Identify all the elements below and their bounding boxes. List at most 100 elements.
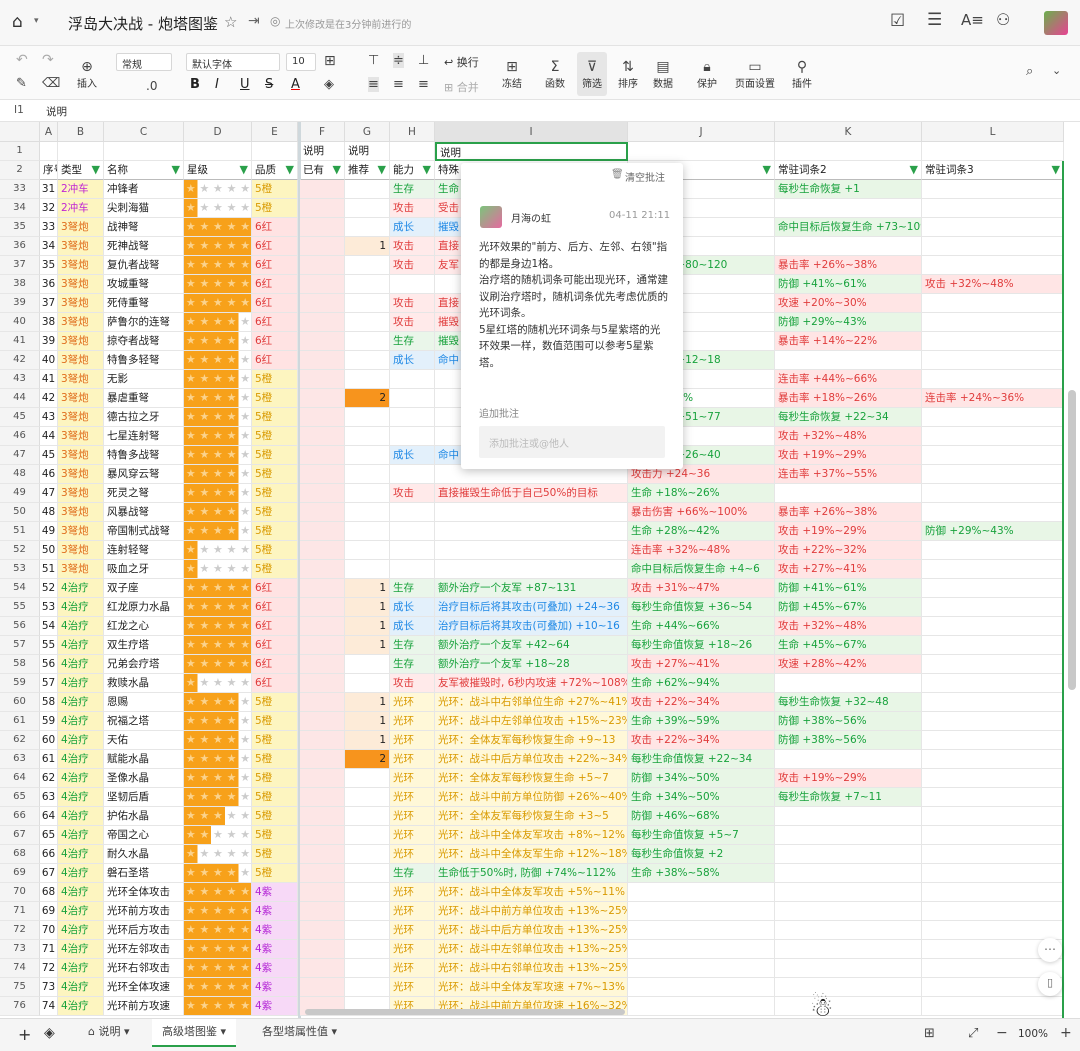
quality-cell[interactable]: 5橙 — [252, 503, 298, 522]
table-cell[interactable] — [252, 142, 298, 161]
cell-ref[interactable]: I1 — [14, 104, 24, 116]
owned-cell[interactable] — [300, 560, 345, 579]
special-cell[interactable]: 光环：战斗中全体友军攻击 +8%~12% — [435, 826, 628, 845]
eraser-icon[interactable]: ⌫ — [42, 76, 60, 91]
ability-cell[interactable]: 光环 — [390, 940, 435, 959]
table-cell[interactable] — [184, 142, 252, 161]
quality-cell[interactable]: 6红 — [252, 617, 298, 636]
quality-cell[interactable]: 5橙 — [252, 750, 298, 769]
owned-cell[interactable] — [300, 484, 345, 503]
type-cell[interactable]: 4治疗 — [58, 674, 104, 693]
special-cell[interactable]: 生命低于50%时, 防御 +74%~112% — [435, 864, 628, 883]
star-rating[interactable]: ★ ★ ★ ★ ★ — [184, 408, 252, 427]
row-number[interactable]: 42 — [0, 351, 40, 370]
row-number[interactable]: 65 — [0, 788, 40, 807]
name-cell[interactable]: 光环右邻攻击 — [104, 959, 184, 978]
row-number[interactable]: 50 — [0, 503, 40, 522]
type-cell[interactable]: 4治疗 — [58, 959, 104, 978]
row-number[interactable]: 53 — [0, 560, 40, 579]
recommend-cell[interactable] — [345, 408, 390, 427]
table-cell[interactable]: 58 — [40, 693, 58, 712]
owned-cell[interactable] — [300, 655, 345, 674]
ability-cell[interactable]: 光环 — [390, 978, 435, 997]
special-cell[interactable]: 友军被摧毁时, 6秒内攻速 +72%~108% — [435, 674, 628, 693]
type-cell[interactable]: 4治疗 — [58, 902, 104, 921]
owned-cell[interactable] — [300, 332, 345, 351]
row-number[interactable]: 1 — [0, 142, 40, 161]
more-options-icon[interactable]: ⋯ — [1038, 938, 1062, 962]
stat-cell[interactable]: 攻击 +32%~48% — [775, 427, 922, 446]
special-cell[interactable]: 额外治疗一个友军 +87~131 — [435, 579, 628, 598]
recommend-cell[interactable] — [345, 370, 390, 389]
type-cell[interactable]: 4治疗 — [58, 712, 104, 731]
stat-cell[interactable] — [922, 484, 1064, 503]
data-button[interactable]: ▤ 数据 — [648, 52, 678, 96]
quality-cell[interactable]: 5橙 — [252, 560, 298, 579]
name-cell[interactable]: 光环前方攻速 — [104, 997, 184, 1016]
quality-cell[interactable]: 4紫 — [252, 959, 298, 978]
special-cell[interactable]: 光环：战斗中左邻单位攻击 +13%~25% — [435, 940, 628, 959]
recommend-cell[interactable]: 1 — [345, 237, 390, 256]
quality-cell[interactable]: 4紫 — [252, 978, 298, 997]
type-cell[interactable]: 3弩炮 — [58, 389, 104, 408]
owned-cell[interactable] — [300, 617, 345, 636]
stat-cell[interactable]: 命中目标后恢复生命 +73~109 — [775, 218, 922, 237]
star-rating[interactable]: ★ ★ ★ ★ ★ — [184, 902, 252, 921]
star-rating[interactable]: ★ ★ ★ ★ ★ — [184, 294, 252, 313]
stat-cell[interactable]: 攻击 +32%~48% — [922, 275, 1064, 294]
fill-color-icon[interactable]: ◈ — [324, 77, 334, 92]
name-cell[interactable]: 德古拉之牙 — [104, 408, 184, 427]
star-rating[interactable]: ★ ★ ★ ★ ★ — [184, 503, 252, 522]
ability-cell[interactable]: 生存 — [390, 864, 435, 883]
table-cell[interactable]: 46 — [40, 465, 58, 484]
ability-cell[interactable]: 攻击 — [390, 674, 435, 693]
ability-cell[interactable]: 光环 — [390, 921, 435, 940]
stat-cell[interactable]: 暴击率 +14%~22% — [775, 332, 922, 351]
row-number[interactable]: 62 — [0, 731, 40, 750]
recommend-cell[interactable] — [345, 978, 390, 997]
star-rating[interactable]: ★ ★ ★ ★ ★ — [184, 636, 252, 655]
special-cell[interactable]: 光环：战斗中右邻单位生命 +27%~41% — [435, 693, 628, 712]
stat-cell[interactable] — [628, 978, 775, 997]
stat-cell[interactable] — [922, 351, 1064, 370]
ability-cell[interactable]: 攻击 — [390, 313, 435, 332]
stat-cell[interactable] — [922, 503, 1064, 522]
ability-cell[interactable]: 光环 — [390, 826, 435, 845]
recommend-cell[interactable] — [345, 959, 390, 978]
recommend-cell[interactable]: 1 — [345, 617, 390, 636]
recommend-cell[interactable] — [345, 427, 390, 446]
type-cell[interactable]: 3弩炮 — [58, 427, 104, 446]
type-cell[interactable]: 3弩炮 — [58, 522, 104, 541]
italic-button[interactable]: I — [215, 77, 219, 92]
add-sheet-icon[interactable]: + — [18, 1025, 31, 1044]
stat-cell[interactable]: 防御 +29%~43% — [775, 313, 922, 332]
type-cell[interactable]: 4治疗 — [58, 693, 104, 712]
star-rating[interactable]: ★ ★ ★ ★ ★ — [184, 199, 252, 218]
star-rating[interactable]: ★ ★ ★ ★ ★ — [184, 883, 252, 902]
filter-icon[interactable]: ▼ — [92, 161, 100, 179]
quality-cell[interactable]: 6红 — [252, 218, 298, 237]
row-number[interactable]: 41 — [0, 332, 40, 351]
recommend-cell[interactable] — [345, 351, 390, 370]
owned-cell[interactable] — [300, 446, 345, 465]
clear-comments-button[interactable]: 清空批注 — [625, 169, 665, 184]
row-number[interactable]: 48 — [0, 465, 40, 484]
name-cell[interactable]: 红龙原力水晶 — [104, 598, 184, 617]
table-cell[interactable]: 41 — [40, 370, 58, 389]
name-cell[interactable]: 尖刺海猫 — [104, 199, 184, 218]
owned-cell[interactable] — [300, 503, 345, 522]
name-cell[interactable]: 死侍重弩 — [104, 294, 184, 313]
column-header[interactable]: B — [58, 122, 104, 142]
recommend-cell[interactable]: 1 — [345, 731, 390, 750]
star-icon[interactable]: ☆ — [224, 13, 237, 31]
table-cell[interactable]: 43 — [40, 408, 58, 427]
stat-cell[interactable]: 攻击 +32%~48% — [775, 617, 922, 636]
column-header[interactable]: G — [345, 122, 390, 142]
trash-icon[interactable]: 🗑︎ — [611, 169, 624, 180]
row-number[interactable]: 61 — [0, 712, 40, 731]
special-cell[interactable]: 光环：战斗中全体友军生命 +12%~18% — [435, 845, 628, 864]
owned-cell[interactable] — [300, 313, 345, 332]
ability-cell[interactable] — [390, 541, 435, 560]
stat-cell[interactable]: 每秒生命值恢复 +18~26 — [628, 636, 775, 655]
star-rating[interactable]: ★ ★ ★ ★ ★ — [184, 465, 252, 484]
